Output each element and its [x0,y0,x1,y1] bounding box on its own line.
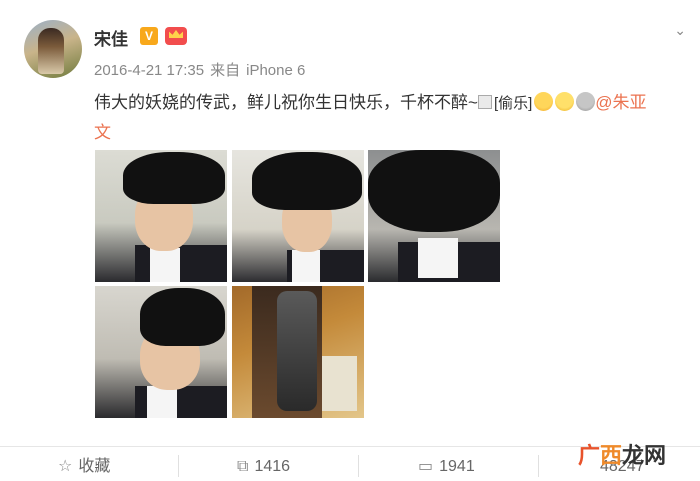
verified-badge: V [140,27,158,45]
photo-hair [123,152,225,204]
photo-shirt [418,238,458,278]
photo-hair [368,150,500,232]
star-icon: ☆ [58,458,73,475]
action-separator [178,455,179,477]
comment-count: 1941 [439,458,475,475]
photo-hair [140,288,225,346]
photo-shirt [292,250,320,282]
photo-thumbnail[interactable] [95,286,227,418]
repost-button[interactable]: ⧉ 1416 [237,455,290,479]
emoji-icon [555,92,575,111]
crown-icon [165,27,187,45]
mention-link[interactable]: @朱亚 [595,93,646,112]
avatar[interactable] [24,20,82,78]
photo-furniture [322,356,357,411]
user-name[interactable]: 宋佳 [94,25,128,50]
action-separator [538,455,539,477]
comment-button[interactable]: ▭ 1941 [418,455,475,479]
photo-thumbnail[interactable] [232,286,364,418]
repost-icon: ⧉ [237,458,249,475]
photo-shirt [150,248,180,282]
mention-link-cont[interactable]: 文 [94,123,111,142]
post-body: 伟大的妖娆的传武，鲜儿祝你生日快乐，千杯不醉~ [94,93,478,112]
photo-suit [135,245,227,282]
photo-thumbnail[interactable] [95,150,227,282]
comment-icon: ▭ [418,458,434,475]
avatar-figure [38,28,64,74]
watermark: 广西龙网 [577,443,666,468]
favorite-button[interactable]: ☆ 收藏 [58,455,110,479]
emoji-icon [534,92,554,111]
repost-count: 1416 [254,458,291,475]
photo-shirt [147,386,177,418]
photo-thumbnail[interactable] [368,150,500,282]
emoji-icon [576,92,596,111]
photo-hair [252,152,362,210]
chevron-down-icon[interactable]: ⌄ [674,22,686,39]
source-prefix: 来自 [210,62,241,79]
action-separator [358,455,359,477]
timestamp[interactable]: 2016-4-21 17:35 [94,62,204,79]
photo-thumbnail[interactable] [232,150,364,282]
post-text: 伟大的妖娆的传武，鲜儿祝你生日快乐，千杯不醉~ [偷乐] @朱亚文 [94,88,694,147]
device-name: iPhone 6 [246,62,306,79]
photo-person [277,291,317,411]
favorite-label: 收藏 [78,458,111,475]
post-meta: 2016-4-21 17:35 来自 iPhone 6 [94,59,311,80]
broken-emoji-image: [偷乐] [478,89,532,118]
